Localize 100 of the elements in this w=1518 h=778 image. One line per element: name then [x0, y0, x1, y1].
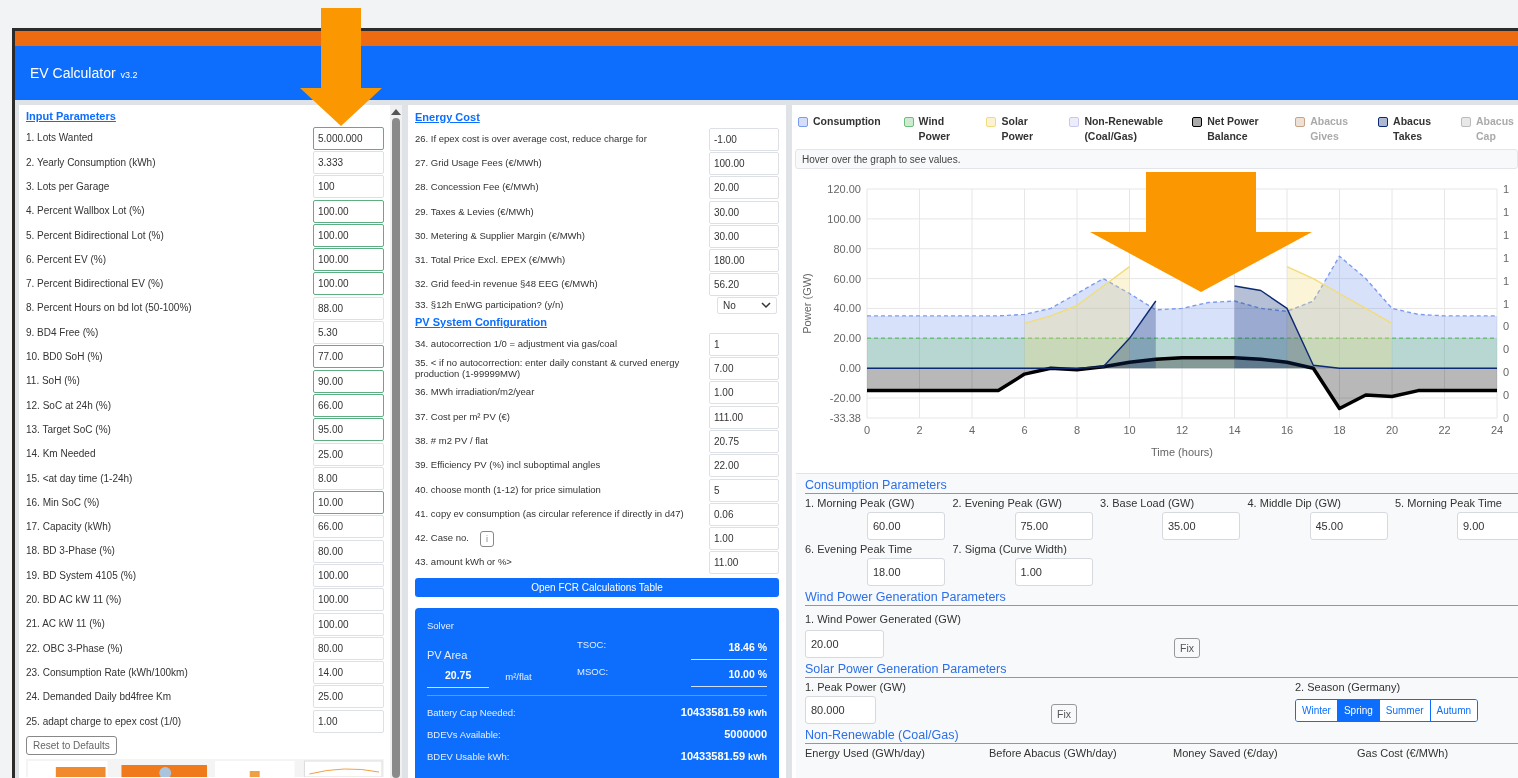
input-field[interactable]: 45.00 — [1309, 512, 1388, 540]
input-field[interactable]: 20.75 — [709, 429, 779, 453]
axis-tick-label: 1 — [1503, 274, 1510, 287]
season-button[interactable]: Winter — [1296, 700, 1337, 721]
input-field[interactable]: 10.00 — [313, 491, 384, 515]
input-field[interactable]: 1 — [709, 332, 779, 356]
input-field[interactable]: 35.00 — [1162, 512, 1240, 540]
version-label: v3.2 — [120, 70, 138, 80]
legend-item[interactable]: Consumption — [798, 114, 881, 149]
input-field[interactable]: 100.00 — [313, 564, 384, 587]
field-label: 1. Morning Peak (GW) — [805, 497, 916, 509]
input-field[interactable]: 25.00 — [313, 685, 384, 709]
input-field[interactable]: 11.00 — [709, 551, 779, 575]
input-field[interactable]: 1.00 — [313, 709, 384, 733]
input-field[interactable]: 56.20 — [709, 273, 779, 297]
field-label: 6. Evening Peak Time — [805, 543, 913, 555]
axis-tick-label: 1 — [1503, 205, 1510, 218]
field-label: Before Abacus (GWh/day) — [989, 747, 1118, 759]
input-field[interactable]: 66.00 — [313, 515, 384, 539]
field-label: 30. Metering & Supplier Margin (€/MWh) — [415, 230, 586, 242]
season-button[interactable]: Autumn — [1429, 700, 1478, 721]
field-label: 1. Wind Power Generated (GW) — [805, 613, 961, 625]
input-field[interactable]: 1.00 — [709, 381, 779, 405]
input-field[interactable]: 100.00 — [313, 272, 384, 296]
legend-item[interactable]: Non-Renewable (Coal/Gas) — [1069, 114, 1170, 149]
input-field[interactable]: 100.00 — [313, 612, 384, 636]
input-field[interactable]: 22.00 — [709, 454, 779, 478]
input-field[interactable]: 20.00 — [805, 630, 884, 658]
input-field[interactable]: 3.333 — [313, 150, 384, 174]
select-field[interactable]: No — [717, 297, 777, 315]
section-title: Non-Renewable (Coal/Gas) — [805, 728, 1518, 744]
axis-tick-label: 0 — [1503, 320, 1510, 333]
legend-item[interactable]: Solar Power — [986, 114, 1047, 149]
app-title: EV Calculator — [30, 65, 116, 81]
input-field[interactable]: 75.00 — [1014, 512, 1093, 540]
input-field[interactable]: 80.00 — [313, 636, 384, 660]
input-field[interactable]: 1.00 — [1014, 558, 1093, 586]
fix-button[interactable]: Fix — [1051, 704, 1077, 724]
legend-swatch — [1295, 117, 1306, 127]
season-button[interactable]: Summer — [1378, 700, 1430, 721]
input-field[interactable]: 180.00 — [709, 249, 779, 273]
season-button[interactable]: Spring — [1336, 700, 1379, 721]
input-field[interactable]: 80.000 — [805, 696, 876, 724]
input-field[interactable]: 8.00 — [313, 466, 384, 490]
result-label: Battery Cap Needed: — [427, 707, 516, 719]
field-label: 35. < if no autocorrection: enter daily constant & curved energy production (1-99999MW) — [415, 357, 681, 380]
field-label: 31. Total Price Excl. EPEX (€/MWh) — [415, 255, 567, 267]
scrollbar[interactable] — [390, 105, 402, 778]
input-field[interactable]: 30.00 — [709, 224, 779, 248]
legend-item[interactable]: Abacus Takes — [1378, 114, 1439, 149]
legend-item[interactable]: Net Power Balance — [1192, 114, 1273, 149]
axis-tick-label: 1 — [1503, 183, 1510, 195]
input-field[interactable]: 90.00 — [313, 369, 384, 393]
input-field[interactable]: 30.00 — [709, 200, 779, 224]
axis-tick-label: 1 — [1503, 228, 1510, 241]
input-field[interactable]: 95.00 — [313, 418, 384, 442]
input-field[interactable]: 111.00 — [709, 405, 779, 429]
input-field[interactable]: 5.000.000 — [313, 126, 384, 150]
field-label: 1. Peak Power (GW) — [805, 681, 907, 693]
input-field[interactable]: -1.00 — [709, 127, 779, 151]
input-field[interactable]: 100.00 — [709, 151, 779, 175]
section-link[interactable]: PV System Configuration — [415, 316, 548, 329]
input-field[interactable]: 100 — [313, 175, 384, 199]
input-field[interactable]: 5 — [709, 478, 779, 502]
input-field[interactable]: 100.00 — [313, 223, 384, 247]
input-field[interactable]: 100.00 — [313, 248, 384, 272]
input-field[interactable]: 14.00 — [313, 661, 384, 685]
input-field[interactable]: 20.00 — [709, 176, 779, 200]
section-title: Consumption Parameters — [805, 478, 1518, 494]
axis-tick-label: 20.00 — [833, 332, 861, 345]
axis-tick-label: 0 — [1503, 343, 1510, 356]
result-value: 5000000 — [724, 728, 767, 741]
input-field[interactable]: 100.00 — [313, 588, 384, 612]
input-field[interactable]: 5.30 — [313, 321, 384, 344]
input-field[interactable]: 77.00 — [313, 345, 384, 369]
reset-button[interactable]: Reset to Defaults — [26, 736, 117, 756]
input-field[interactable]: 88.00 — [313, 296, 384, 320]
field-label: 34. autocorrection 1/0 = adjustment via gas/coal — [415, 338, 618, 350]
input-field[interactable]: 66.00 — [313, 393, 384, 417]
input-field[interactable]: 100.00 — [313, 199, 384, 223]
input-field[interactable]: 1.00 — [709, 527, 779, 551]
legend-swatch — [1461, 117, 1471, 127]
input-field[interactable]: 25.00 — [313, 442, 384, 466]
input-field[interactable]: 9.00 — [1457, 512, 1518, 540]
section-link[interactable]: Energy Cost — [415, 111, 480, 123]
input-field[interactable]: 60.00 — [867, 512, 945, 540]
field-label: 5. Morning Peak Time — [1395, 497, 1503, 509]
input-field[interactable]: 80.00 — [313, 539, 384, 563]
field-label: 26. If epex cost is over average cost, reduce charge for — [415, 133, 648, 145]
fcr-table-button[interactable]: Open FCR Calculations Table — [415, 578, 779, 598]
axis-tick-label: 10 — [1123, 424, 1136, 436]
input-field[interactable]: 0.06 — [709, 502, 779, 526]
input-field[interactable]: 7.00 — [709, 357, 779, 380]
legend-item[interactable]: Wind Power — [903, 114, 964, 149]
unit-label: kWh — [748, 708, 767, 719]
field-label: 11. SoH (%) — [26, 375, 81, 387]
field-label: 3. Lots per Garage — [26, 181, 111, 193]
section-link[interactable]: Input Parameters — [26, 110, 116, 122]
input-field[interactable]: 18.00 — [867, 558, 945, 586]
fix-button[interactable]: Fix — [1174, 638, 1200, 658]
